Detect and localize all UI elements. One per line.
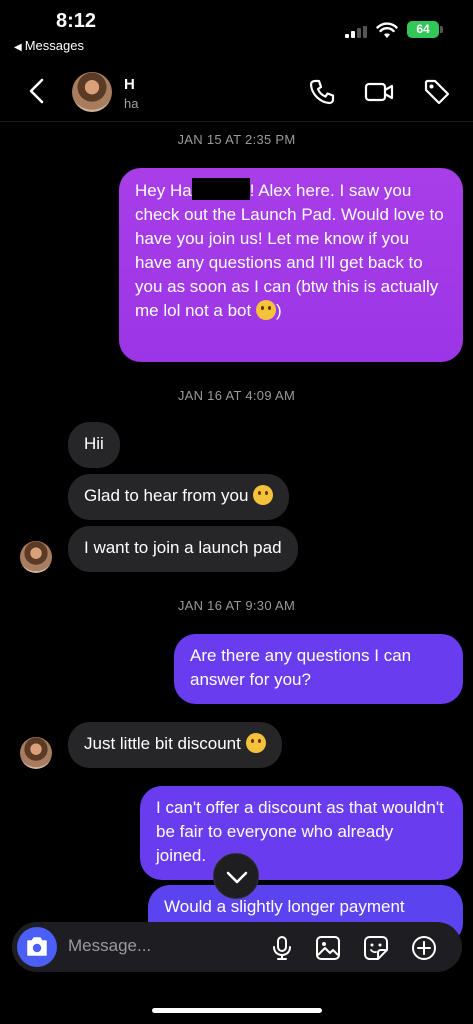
wifi-icon [376, 21, 398, 39]
message-text: ! Alex here. I saw you check out the Lau… [135, 181, 444, 320]
message-text: Glad to hear from you [84, 486, 249, 505]
chevron-down-icon [226, 871, 248, 884]
message-composer: Message... [12, 922, 462, 972]
back-triangle-icon: ◀ [14, 42, 22, 53]
incoming-message[interactable]: Hii [68, 422, 120, 468]
contact-avatar-small[interactable] [20, 541, 52, 573]
status-bar: 8:12 ◀ Messages 64 [0, 0, 473, 62]
chat-header: H ha [0, 62, 473, 122]
message-text: Just little bit discount [84, 734, 241, 753]
back-to-app-link[interactable]: ◀ Messages [14, 38, 84, 53]
battery-tip [440, 26, 443, 33]
confused-emoji-icon [245, 733, 266, 753]
battery-indicator: 64 [407, 21, 439, 38]
status-time: 8:12 [56, 10, 97, 32]
microphone-icon[interactable] [268, 934, 296, 962]
rofl-emoji-icon [255, 300, 276, 320]
contact-name[interactable]: H [124, 76, 135, 93]
contact-avatar[interactable] [72, 72, 112, 112]
home-indicator [152, 1008, 322, 1013]
message-text: Are there any questions I can answer for… [190, 646, 412, 689]
message-text: ) [275, 301, 282, 320]
incoming-message[interactable]: I want to join a launch pad [68, 526, 298, 572]
camera-icon [27, 937, 47, 956]
timestamp: JAN 16 AT 4:09 AM [177, 388, 296, 403]
cellular-signal-icon [345, 26, 367, 38]
smiling-hearts-emoji-icon [253, 485, 274, 505]
battery-level: 64 [416, 22, 430, 36]
message-input[interactable]: Message... [68, 936, 151, 956]
outgoing-message[interactable]: Hey Ha! Alex here. I saw you check out t… [119, 168, 463, 362]
redaction-box [140, 70, 250, 114]
message-text: Hii [84, 434, 104, 453]
contact-handle[interactable]: ha [124, 96, 138, 111]
camera-button[interactable] [17, 927, 57, 967]
tag-icon[interactable] [421, 76, 453, 108]
redaction-box [191, 178, 250, 200]
message-text: I want to join a launch pad [84, 538, 282, 557]
outgoing-message[interactable]: I can't offer a discount as that wouldn'… [140, 786, 463, 880]
contact-avatar-small[interactable] [20, 737, 52, 769]
image-icon[interactable] [314, 934, 342, 962]
incoming-message[interactable]: Glad to hear from you [68, 474, 290, 520]
timestamp: JAN 16 AT 9:30 AM [177, 598, 296, 613]
message-text: Would a slightly longer payment [164, 897, 405, 916]
plus-circle-icon[interactable] [410, 934, 438, 962]
incoming-message[interactable]: Just little bit discount [68, 722, 282, 768]
chevron-left-icon[interactable] [24, 76, 52, 106]
message-text: I can't offer a discount as that wouldn'… [156, 798, 444, 865]
sticker-icon[interactable] [362, 934, 390, 962]
back-app-label: Messages [24, 38, 84, 53]
video-icon[interactable] [363, 76, 395, 108]
message-text: Hey Ha [135, 181, 192, 200]
outgoing-message[interactable]: Are there any questions I can answer for… [174, 634, 463, 704]
phone-icon[interactable] [306, 76, 338, 108]
timestamp: JAN 15 AT 2:35 PM [177, 132, 296, 147]
scroll-to-bottom-button[interactable] [213, 853, 259, 899]
